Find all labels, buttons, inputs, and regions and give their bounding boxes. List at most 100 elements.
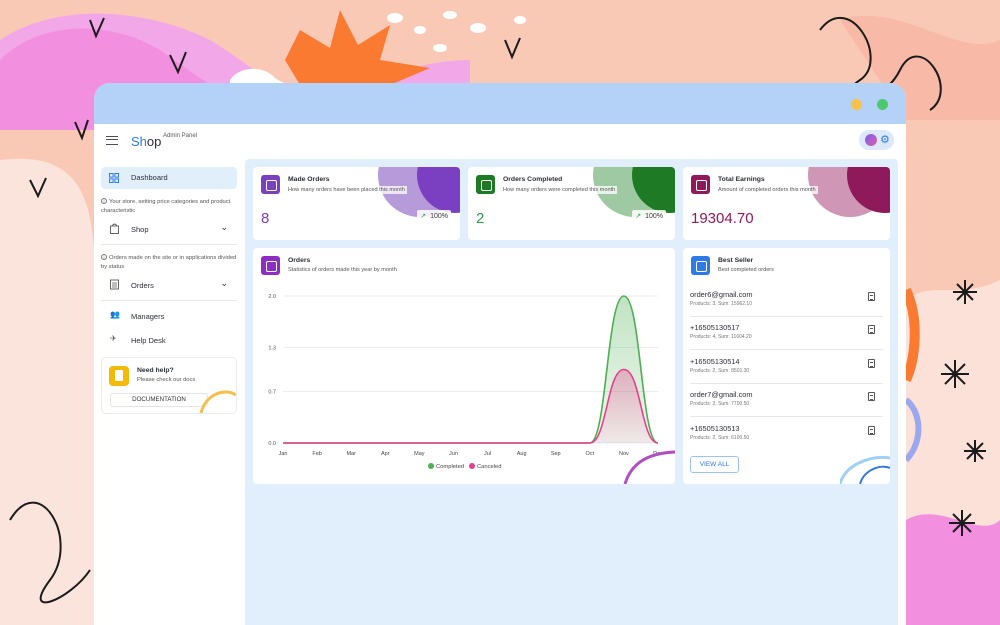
document-icon[interactable] [868, 292, 875, 301]
brand-part1: Sh [131, 134, 147, 149]
stat-subtitle: How many orders were completed this mont… [503, 186, 618, 194]
seller-row[interactable]: +16505130514 Products: 2, Sum: 8501.30 [690, 351, 883, 384]
seller-meta: Products: 2, Sum: 7700.50 [690, 401, 750, 407]
x-tick-label: May [414, 451, 425, 457]
documentation-button[interactable]: DOCUMENTATION [110, 393, 208, 407]
stat-percent: ↗ 100% [417, 210, 451, 222]
stat-value: 19304.70 [691, 210, 754, 227]
stat-title: Total Earnings [718, 176, 765, 183]
sidebar-item-label: Shop [131, 225, 149, 234]
legend-label[interactable]: Canceled [477, 464, 502, 470]
hamburger-menu-icon[interactable] [106, 136, 118, 145]
stat-card-made-orders: Made Orders How many orders have been pl… [253, 167, 460, 240]
x-tick-label: Apr [381, 451, 390, 457]
decorative-arc [199, 390, 236, 413]
shop-hint: i Your store, setting price categories an… [101, 198, 237, 215]
x-tick-label: Mar [346, 451, 356, 457]
document-icon[interactable] [868, 325, 875, 334]
seller-meta: Products: 2, Sum: 6100.50 [690, 435, 750, 441]
decorative-circles [808, 167, 890, 217]
sidebar-item-help-desk[interactable]: ✈ Help Desk [101, 329, 237, 349]
sidebar-item-orders[interactable]: Orders ⌄ [101, 275, 237, 295]
seller-name: order6@gmail.com [690, 290, 753, 299]
app-header: Shop Admin Panel ⚙ [94, 124, 906, 157]
sidebar: Dashboard i Your store, setting price cat… [101, 167, 237, 414]
maximize-dot[interactable] [877, 99, 888, 110]
seller-name: +16505130513 [690, 424, 740, 433]
document-icon[interactable] [868, 426, 875, 435]
orders-chart-card: Orders Statistics of orders made this ye… [253, 248, 675, 484]
help-desk-icon: ✈ [110, 334, 117, 343]
document-icon[interactable] [868, 392, 875, 401]
x-tick-label: Nov [619, 451, 629, 457]
x-tick-label: Jun [449, 451, 458, 457]
stat-percent-text: 100% [430, 213, 448, 220]
sidebar-item-label: Help Desk [131, 336, 166, 345]
x-tick-label: Jul [484, 451, 491, 457]
orders-hint-text: Orders made on the site or in applicatio… [101, 255, 237, 270]
divider [101, 300, 237, 301]
user-avatar-icon[interactable] [865, 134, 877, 146]
list-icon [691, 256, 710, 275]
y-tick-label: 2.0 [268, 294, 276, 300]
sidebar-item-shop[interactable]: Shop ⌄ [101, 219, 237, 239]
brand-subtitle: Admin Panel [163, 133, 198, 139]
chevron-down-icon[interactable]: ⌄ [220, 222, 228, 233]
stat-card-total-earnings: Total Earnings Amount of completed order… [683, 167, 890, 240]
chevron-down-icon[interactable]: ⌄ [220, 278, 228, 289]
decorative-arc [840, 455, 890, 484]
stat-value: 2 [476, 210, 485, 227]
seller-meta: Products: 4, Sum: 11604.20 [690, 334, 752, 340]
shopping-bag-icon [110, 223, 119, 234]
sidebar-item-managers[interactable]: 👥 Managers [101, 305, 237, 325]
gear-icon[interactable]: ⚙ [880, 133, 890, 146]
x-tick-label: Sep [551, 451, 561, 457]
divider [101, 244, 237, 245]
seller-row[interactable]: +16505130513 Products: 2, Sum: 6100.50 [690, 418, 883, 451]
stat-card-orders-completed: Orders Completed How many orders were co… [468, 167, 675, 240]
wallet-icon [691, 175, 710, 194]
main-content: Made Orders How many orders have been pl… [245, 159, 898, 625]
stat-value: 8 [261, 210, 270, 227]
view-all-button[interactable]: VIEW ALL [690, 456, 739, 473]
stat-percent-text: 100% [645, 213, 663, 220]
info-icon: i [101, 198, 107, 204]
trending-up-icon: ↗ [635, 213, 642, 220]
minimize-dot[interactable] [851, 99, 862, 110]
orders-icon [261, 175, 280, 194]
legend-label[interactable]: Completed [436, 464, 464, 470]
y-tick-label: 0.7 [268, 390, 276, 396]
brand-logo[interactable]: Shop [131, 134, 161, 149]
stat-title: Made Orders [288, 176, 330, 183]
legend-marker [469, 463, 475, 469]
x-tick-label: Oct [586, 451, 595, 457]
seller-meta: Products: 2, Sum: 8501.30 [690, 368, 750, 374]
check-icon [476, 175, 495, 194]
document-icon[interactable] [868, 359, 875, 368]
seller-row[interactable]: +16505130517 Products: 4, Sum: 11604.20 [690, 317, 883, 350]
x-tick-label: Aug [517, 451, 527, 457]
seller-row[interactable]: order7@gmail.com Products: 2, Sum: 7700.… [690, 384, 883, 417]
sidebar-item-dashboard[interactable]: Dashboard [101, 167, 237, 189]
sidebar-item-label: Dashboard [131, 173, 168, 182]
help-card: Need help? Please check our docs DOCUMEN… [101, 357, 237, 414]
sidebar-item-label: Managers [131, 312, 165, 321]
list-icon [110, 279, 119, 290]
stat-title: Orders Completed [503, 176, 563, 183]
seller-meta: Products: 3, Sum: 15962.10 [690, 301, 752, 307]
managers-icon: 👥 [110, 310, 120, 319]
panel-title: Best Seller [718, 257, 754, 264]
stat-subtitle: Amount of completed orders this month [718, 186, 818, 194]
seller-row[interactable]: order6@gmail.com Products: 3, Sum: 15962… [690, 284, 883, 317]
orders-hint: i Orders made on the site or in applicati… [101, 254, 237, 271]
y-tick-label: 1.3 [268, 345, 276, 351]
seller-name: +16505130514 [690, 357, 740, 366]
x-tick-label: Feb [312, 451, 321, 457]
info-icon: i [101, 254, 107, 260]
trending-up-icon: ↗ [420, 213, 427, 220]
stat-subtitle: How many orders have been placed this mo… [288, 186, 407, 194]
dashboard-icon [109, 173, 119, 183]
help-subtitle: Please check our docs [137, 377, 196, 383]
help-title: Need help? [137, 367, 174, 374]
window-titlebar [94, 83, 906, 124]
